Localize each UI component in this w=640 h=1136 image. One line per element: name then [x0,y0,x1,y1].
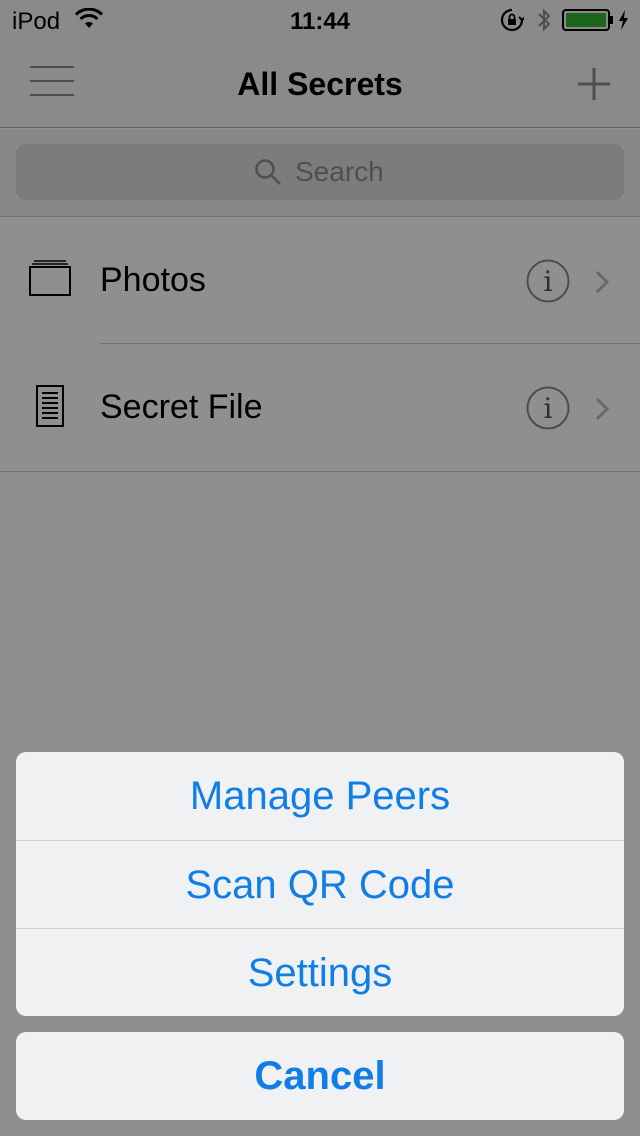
manage-peers-button[interactable]: Manage Peers [16,752,624,840]
action-sheet: Manage Peers Scan QR Code Settings [16,752,624,1016]
cancel-button[interactable]: Cancel [16,1032,624,1120]
scan-qr-code-button[interactable]: Scan QR Code [16,840,624,928]
settings-button[interactable]: Settings [16,928,624,1016]
